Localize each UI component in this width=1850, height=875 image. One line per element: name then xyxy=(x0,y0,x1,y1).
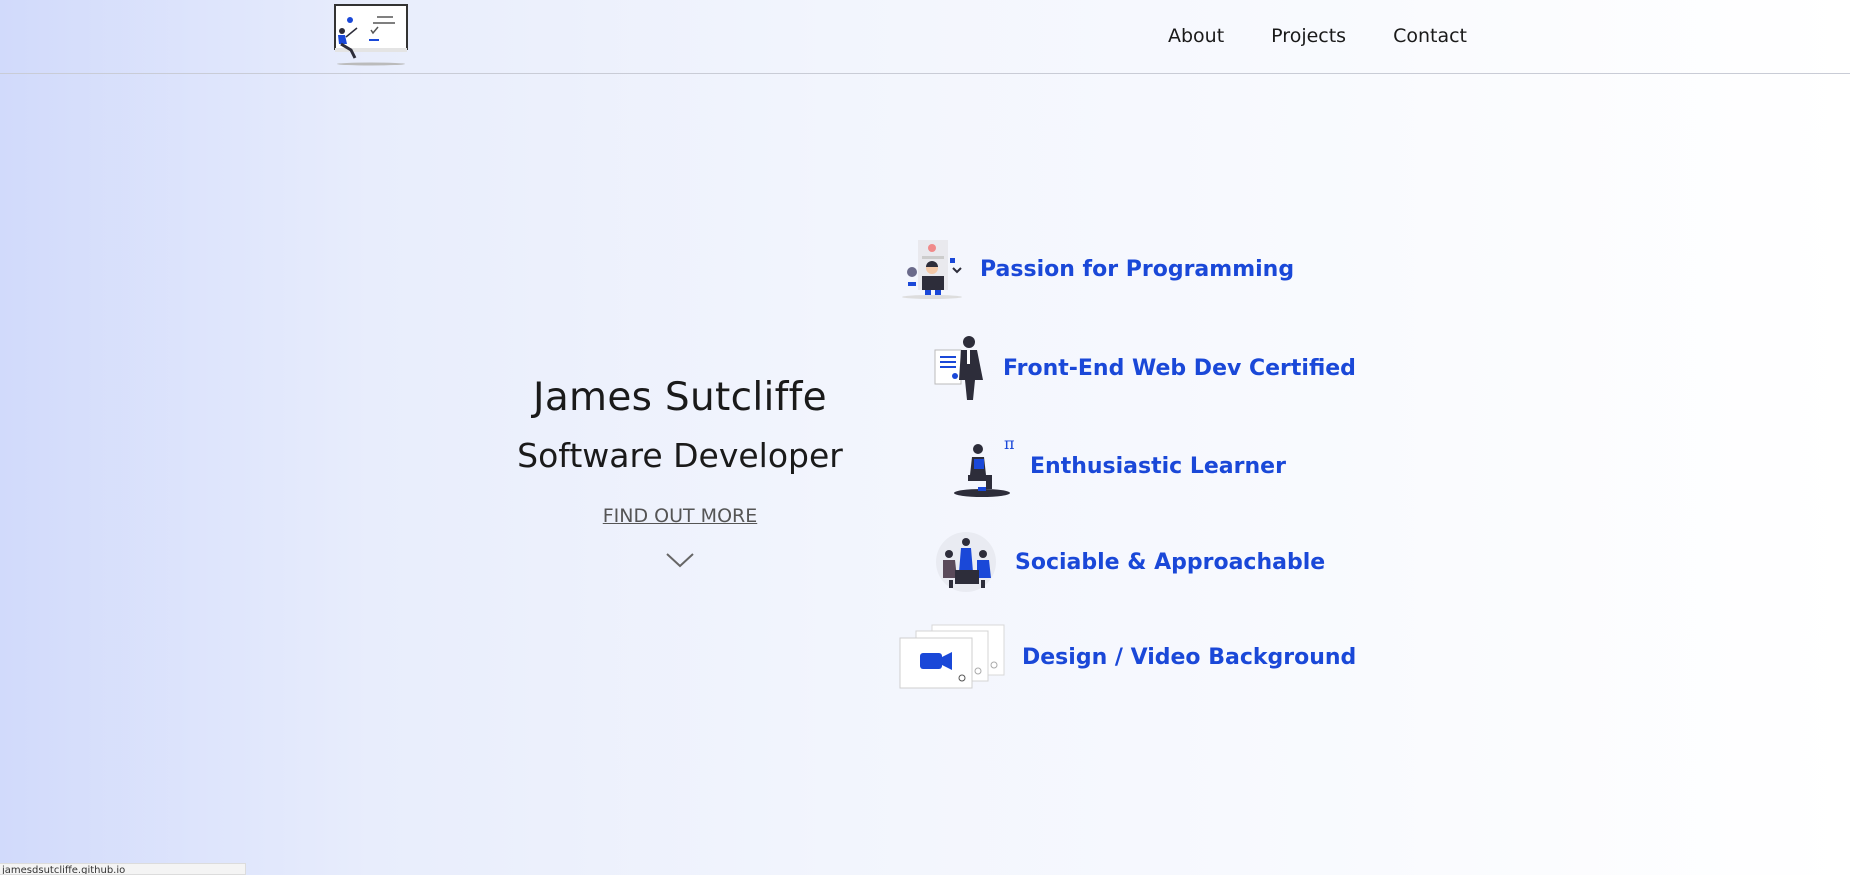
feature-label: Enthusiastic Learner xyxy=(1030,453,1286,479)
chevron-down-icon[interactable] xyxy=(665,551,695,569)
job-title: Software Developer xyxy=(517,436,843,475)
nav-about-link[interactable]: About xyxy=(1168,25,1224,47)
svg-text:π: π xyxy=(1004,435,1015,453)
feature-item: Sociable & Approachable xyxy=(935,530,1325,594)
page-title: James Sutcliffe xyxy=(533,375,827,420)
feature-item: Design / Video Background xyxy=(898,624,1356,690)
site-header: About Projects Contact xyxy=(0,0,1850,74)
hero-intro: James Sutcliffe Software Developer FIND … xyxy=(480,375,880,569)
feature-label: Design / Video Background xyxy=(1022,644,1357,670)
logo-illustration[interactable] xyxy=(333,4,409,68)
main-nav: About Projects Contact xyxy=(1168,25,1467,47)
nav-projects-link[interactable]: Projects xyxy=(1271,25,1346,47)
certificate-illustration-icon xyxy=(934,336,983,400)
status-bar: jamesdsutcliffe.github.io xyxy=(0,863,246,875)
programming-illustration-icon xyxy=(902,240,962,299)
feature-label: Passion for Programming xyxy=(980,256,1295,282)
feature-label: Front-End Web Dev Certified xyxy=(1003,355,1356,381)
nav-contact-link[interactable]: Contact xyxy=(1393,25,1467,47)
learner-pi-illustration-icon: π xyxy=(954,435,1015,497)
find-out-more-link[interactable]: FIND OUT MORE xyxy=(603,505,757,527)
team-meeting-illustration-icon xyxy=(936,532,996,592)
video-camera-illustration-icon xyxy=(899,624,1005,689)
feature-item: π Enthusiastic Learner xyxy=(954,435,1286,497)
feature-label: Sociable & Approachable xyxy=(1015,549,1326,575)
feature-item: Front-End Web Dev Certified xyxy=(933,334,1356,402)
feature-item: Passion for Programming xyxy=(898,238,1294,300)
